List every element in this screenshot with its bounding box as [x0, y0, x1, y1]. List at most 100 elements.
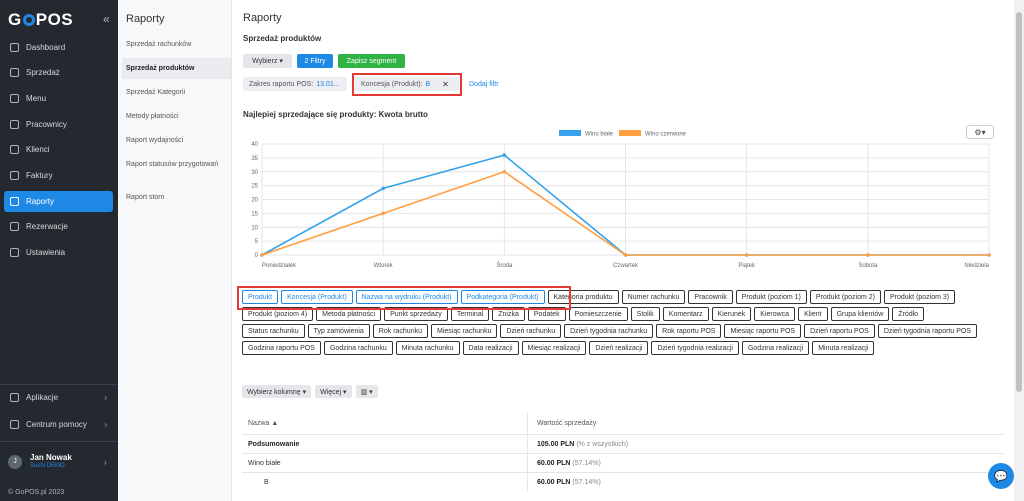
- nav-label: Menu: [26, 94, 47, 103]
- nav-dashboard[interactable]: Dashboard: [4, 37, 113, 58]
- column-header-name[interactable]: Nazwa ▲: [248, 420, 278, 427]
- chevron-right-icon: ›: [104, 393, 107, 402]
- dimension-tag[interactable]: Miesiąc raportu POS: [724, 324, 802, 338]
- filter-chip-range[interactable]: Zakres raportu POS: 13.01...: [243, 77, 347, 91]
- chart-icon: [10, 68, 19, 77]
- chat-icon[interactable]: 💬: [988, 463, 1014, 489]
- filter-label: Zakres raportu POS:: [249, 80, 314, 88]
- sales-line-chart: 0 5 10 15 20 25 30 35 40 Poniedziałek Wtorek Środa C…: [251, 130, 991, 269]
- dimension-tag[interactable]: Kierunek: [711, 307, 752, 321]
- dimension-tag[interactable]: Grupa klientów: [830, 307, 890, 321]
- user-name: Jan Nowak: [30, 453, 72, 462]
- dimension-tag[interactable]: Dzień realizacji: [589, 341, 649, 355]
- y-tick-label: 15: [251, 211, 258, 217]
- nav-aplikacje[interactable]: Aplikacje ›: [4, 387, 113, 408]
- nav-raporty[interactable]: Raporty: [4, 191, 113, 212]
- submenu-raport-wydajnosci[interactable]: Raport wydajności: [122, 130, 231, 151]
- data-point: [502, 169, 507, 174]
- scrollbar-thumb[interactable]: [1016, 12, 1022, 392]
- help-icon: [10, 420, 19, 429]
- dimension-tag[interactable]: Typ zamówienia: [307, 324, 370, 338]
- dimension-tag[interactable]: Rok raportu POS: [656, 324, 722, 338]
- dimension-tag[interactable]: Godzina raportu POS: [242, 341, 321, 355]
- nav-divider: [0, 441, 118, 442]
- legend-label: Wino czerwone: [645, 132, 687, 138]
- dimension-tag[interactable]: Dzień raportu POS: [804, 324, 875, 338]
- data-point: [744, 253, 749, 257]
- submenu-raport-statusow[interactable]: Raport statusów przygotowań: [122, 154, 231, 175]
- dimension-tag[interactable]: Produkt (poziom 1): [735, 290, 807, 304]
- row-percent: (57.14%): [572, 478, 601, 486]
- legend-label: Wino białe: [585, 132, 614, 138]
- dimension-tag[interactable]: Dzień tygodnia realizacji: [651, 341, 739, 355]
- chevron-right-icon[interactable]: ›: [104, 458, 107, 467]
- save-segment-button[interactable]: Zapisz segment: [338, 54, 405, 68]
- main-sidebar: G POS « Dashboard Sprzedaż Menu Pracownic…: [0, 0, 118, 501]
- filters-button[interactable]: 2 Filtry: [297, 54, 333, 68]
- data-point: [623, 253, 628, 257]
- submenu-sprzedaz-kategorii[interactable]: Sprzedaż Kategorii: [122, 82, 231, 103]
- dimension-tag[interactable]: Dzień tygodnia rachunku: [564, 324, 654, 338]
- y-tick-label: 40: [251, 142, 258, 148]
- dimension-tag[interactable]: Minuta rachunku: [395, 341, 460, 355]
- dimension-tag[interactable]: Źródło: [892, 307, 925, 321]
- nav-ustawienia[interactable]: Ustawienia: [4, 242, 113, 263]
- dimension-tag[interactable]: Status rachunku: [242, 324, 305, 338]
- gopos-logo[interactable]: G POS: [8, 10, 73, 30]
- legend-swatch: [559, 130, 581, 136]
- row-percent: (% z wszystkich): [576, 440, 629, 448]
- user-menu[interactable]: J Jan Nowak Sushi DEMO: [8, 453, 72, 470]
- nav-pracownicy[interactable]: Pracownicy: [4, 114, 113, 135]
- choose-column-button[interactable]: Wybierz kolumnę ▾: [242, 385, 312, 398]
- dimension-tag[interactable]: Numer rachunku: [621, 290, 686, 304]
- dimension-tag[interactable]: Kierowca: [754, 307, 796, 321]
- dimension-tag[interactable]: Stolik: [630, 307, 660, 321]
- filter-value: 13.01...: [316, 80, 340, 88]
- row-name: B: [264, 478, 269, 486]
- add-filter-link[interactable]: Dodaj filtr: [469, 81, 499, 88]
- y-tick-label: 30: [251, 170, 258, 176]
- submenu-sprzedaz-produktow[interactable]: Sprzedaż produktów: [122, 58, 231, 79]
- row-name: Wino białe: [248, 459, 281, 467]
- dimension-tag[interactable]: Miesiąc realizacji: [521, 341, 587, 355]
- more-button[interactable]: Więcej ▾: [315, 385, 352, 398]
- submenu-metody-platnosci[interactable]: Metody płatności: [122, 106, 231, 127]
- nav-sprzedaz[interactable]: Sprzedaż: [4, 62, 113, 83]
- dimension-tag[interactable]: Dzień tygodnia raportu POS: [877, 324, 977, 338]
- x-tick-label: Sobota: [858, 263, 878, 269]
- nav-label: Raporty: [26, 197, 55, 206]
- data-point: [987, 253, 991, 257]
- nav-label: Pracownicy: [26, 120, 67, 129]
- report-table: Nazwa ▲ Wartość sprzedaży Podsumowanie 1…: [242, 412, 1004, 491]
- table-row[interactable]: Wino białe 60.00 PLN (57.14%): [242, 453, 1004, 472]
- highlight-box: [352, 73, 462, 96]
- dimension-tag[interactable]: Godzina rachunku: [323, 341, 393, 355]
- dimension-tag[interactable]: Komentarz: [662, 307, 709, 321]
- nav-faktury[interactable]: Faktury: [4, 165, 113, 186]
- dimension-tag[interactable]: Data realizacji: [462, 341, 519, 355]
- submenu-sprzedaz-rachunkow[interactable]: Sprzedaż rachunków: [122, 34, 231, 55]
- dimension-tag[interactable]: Minuta realizacji: [812, 341, 875, 355]
- nav-rezerwacje[interactable]: Rezerwacje: [4, 216, 113, 237]
- dimension-tag[interactable]: Miesiąc rachunku: [431, 324, 498, 338]
- dimension-tag[interactable]: Rok rachunku: [372, 324, 428, 338]
- nav-klienci[interactable]: Klienci: [4, 139, 113, 160]
- data-point: [381, 211, 385, 216]
- select-segment-button[interactable]: Wybierz ▾: [243, 54, 292, 68]
- dimension-tag[interactable]: Pracownik: [688, 290, 733, 304]
- dimension-tag[interactable]: Godzina realizacji: [741, 341, 810, 355]
- column-header-value[interactable]: Wartość sprzedaży: [537, 420, 596, 427]
- collapse-sidebar-icon[interactable]: «: [103, 12, 110, 26]
- nav-menu[interactable]: Menu: [4, 88, 113, 109]
- dimension-tag[interactable]: Dzień rachunku: [500, 324, 562, 338]
- view-options-button[interactable]: ▥ ▾: [355, 385, 378, 398]
- page-scrollbar[interactable]: [1014, 0, 1024, 501]
- nav-centrum-pomocy[interactable]: Centrum pomocy ›: [4, 414, 113, 435]
- dimension-tag[interactable]: Produkt (poziom 3): [884, 290, 956, 304]
- dimension-tag[interactable]: Produkt (poziom 2): [809, 290, 881, 304]
- table-row[interactable]: B 60.00 PLN (57.14%): [242, 472, 1004, 491]
- dimension-tag[interactable]: Klient: [798, 307, 828, 321]
- table-row[interactable]: Podsumowanie 105.00 PLN (% z wszystkich): [242, 434, 1004, 453]
- submenu-raport-storn[interactable]: Raport storn: [122, 187, 231, 208]
- dimension-tag[interactable]: Pomieszczenie: [568, 307, 628, 321]
